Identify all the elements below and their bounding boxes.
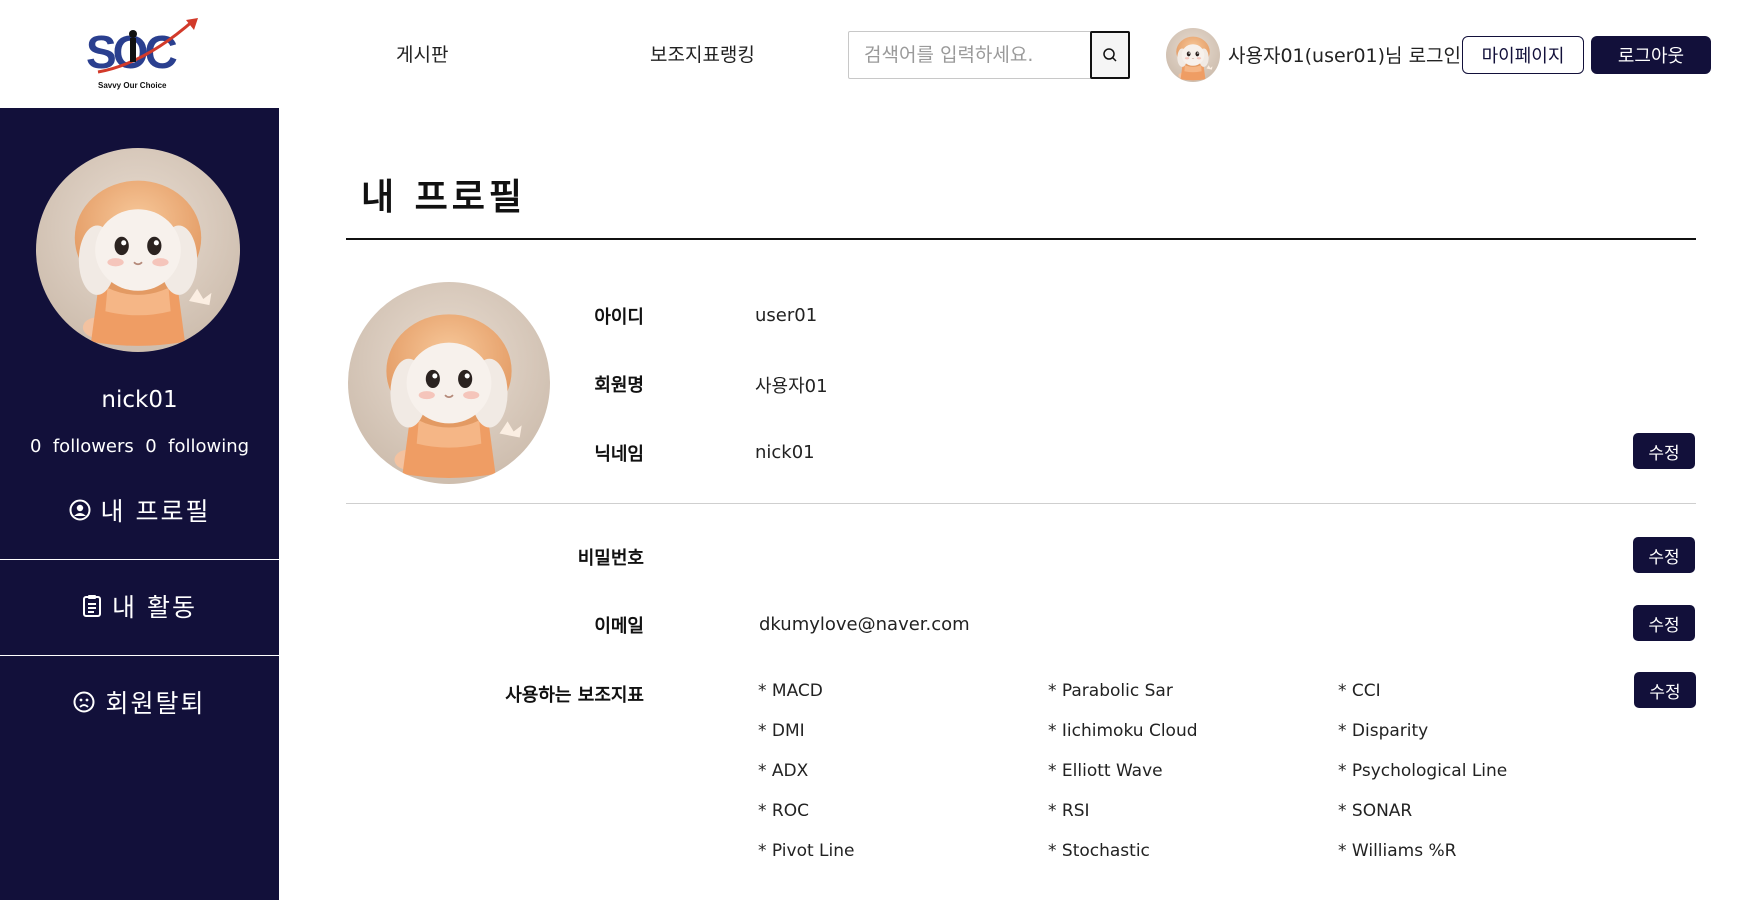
indicator-item: * Disparity xyxy=(1338,721,1429,741)
top-header: SOC Savvy Our Choice 게시판 보조지표랭킹 사용자01(us… xyxy=(0,0,1737,108)
nickname-label: 닉네임 xyxy=(594,444,644,465)
sidebar-item-label: 내 활동 xyxy=(112,593,197,622)
site-logo[interactable]: SOC Savvy Our Choice xyxy=(84,16,200,94)
indicator-item: * Parabolic Sar xyxy=(1048,681,1173,701)
edit-nickname-button[interactable]: 수정 xyxy=(1633,433,1695,469)
sidebar-item-label: 회원탈퇴 xyxy=(105,689,206,718)
sidebar: nick01 0 followers 0 following 내 프로필 내 활… xyxy=(0,108,279,900)
user-circle-icon xyxy=(69,499,91,521)
edit-indicators-button[interactable]: 수정 xyxy=(1634,672,1696,708)
logout-button[interactable]: 로그아웃 xyxy=(1591,36,1711,74)
search-input[interactable] xyxy=(849,32,1089,78)
logo-tagline: Savvy Our Choice xyxy=(98,81,167,90)
indicator-item: * CCI xyxy=(1338,681,1381,701)
edit-email-button[interactable]: 수정 xyxy=(1633,605,1695,641)
sidebar-item-my-activity[interactable]: 내 활동 xyxy=(0,578,279,634)
indicator-item: * Elliott Wave xyxy=(1048,761,1163,781)
mypage-button[interactable]: 마이페이지 xyxy=(1462,36,1584,74)
login-status-text: 사용자01(user01)님 로그인 xyxy=(1228,45,1462,67)
indicator-item: * SONAR xyxy=(1338,801,1413,821)
nickname-value: nick01 xyxy=(755,442,815,463)
indicator-item: * Psychological Line xyxy=(1338,761,1508,781)
sidebar-avatar xyxy=(36,148,240,352)
indicator-item: * ADX xyxy=(758,761,809,781)
indicator-item: * ROC xyxy=(758,801,809,821)
email-value: dkumylove@naver.com xyxy=(759,614,970,635)
section-divider xyxy=(346,503,1696,504)
sidebar-item-my-profile[interactable]: 내 프로필 xyxy=(0,482,279,538)
sidebar-nickname: nick01 xyxy=(101,387,178,413)
name-value: 사용자01 xyxy=(755,376,828,397)
indicator-item: * Stochastic xyxy=(1048,841,1150,861)
header-avatar[interactable] xyxy=(1166,28,1220,82)
nav-indicator-ranking[interactable]: 보조지표랭킹 xyxy=(650,40,755,67)
title-divider xyxy=(346,238,1696,240)
indicators-label: 사용하는 보조지표 xyxy=(505,685,644,706)
search-icon xyxy=(1103,48,1117,62)
indicator-item: * Pivot Line xyxy=(758,841,855,861)
sidebar-divider xyxy=(0,655,279,656)
nav-board[interactable]: 게시판 xyxy=(396,40,448,67)
name-label: 회원명 xyxy=(594,375,644,396)
sidebar-item-withdraw[interactable]: 회원탈퇴 xyxy=(0,674,279,730)
id-value: user01 xyxy=(755,305,818,326)
sidebar-item-label: 내 프로필 xyxy=(100,497,211,526)
sad-face-icon xyxy=(73,691,95,713)
follow-counts: 0 followers 0 following xyxy=(29,436,250,457)
id-label: 아이디 xyxy=(594,307,644,328)
search-button[interactable] xyxy=(1090,31,1130,79)
search-box xyxy=(848,31,1130,79)
clipboard-icon xyxy=(83,595,102,617)
edit-password-button[interactable]: 수정 xyxy=(1633,537,1695,573)
password-label: 비밀번호 xyxy=(577,548,644,569)
indicator-item: * Iichimoku Cloud xyxy=(1048,721,1198,741)
indicator-item: * RSI xyxy=(1048,801,1090,821)
indicator-item: * MACD xyxy=(758,681,823,701)
sidebar-divider xyxy=(0,559,279,560)
indicator-item: * Williams %R xyxy=(1338,841,1457,861)
email-label: 이메일 xyxy=(594,616,644,637)
indicator-item: * DMI xyxy=(758,721,805,741)
page-title: 내 프로필 xyxy=(361,177,527,218)
